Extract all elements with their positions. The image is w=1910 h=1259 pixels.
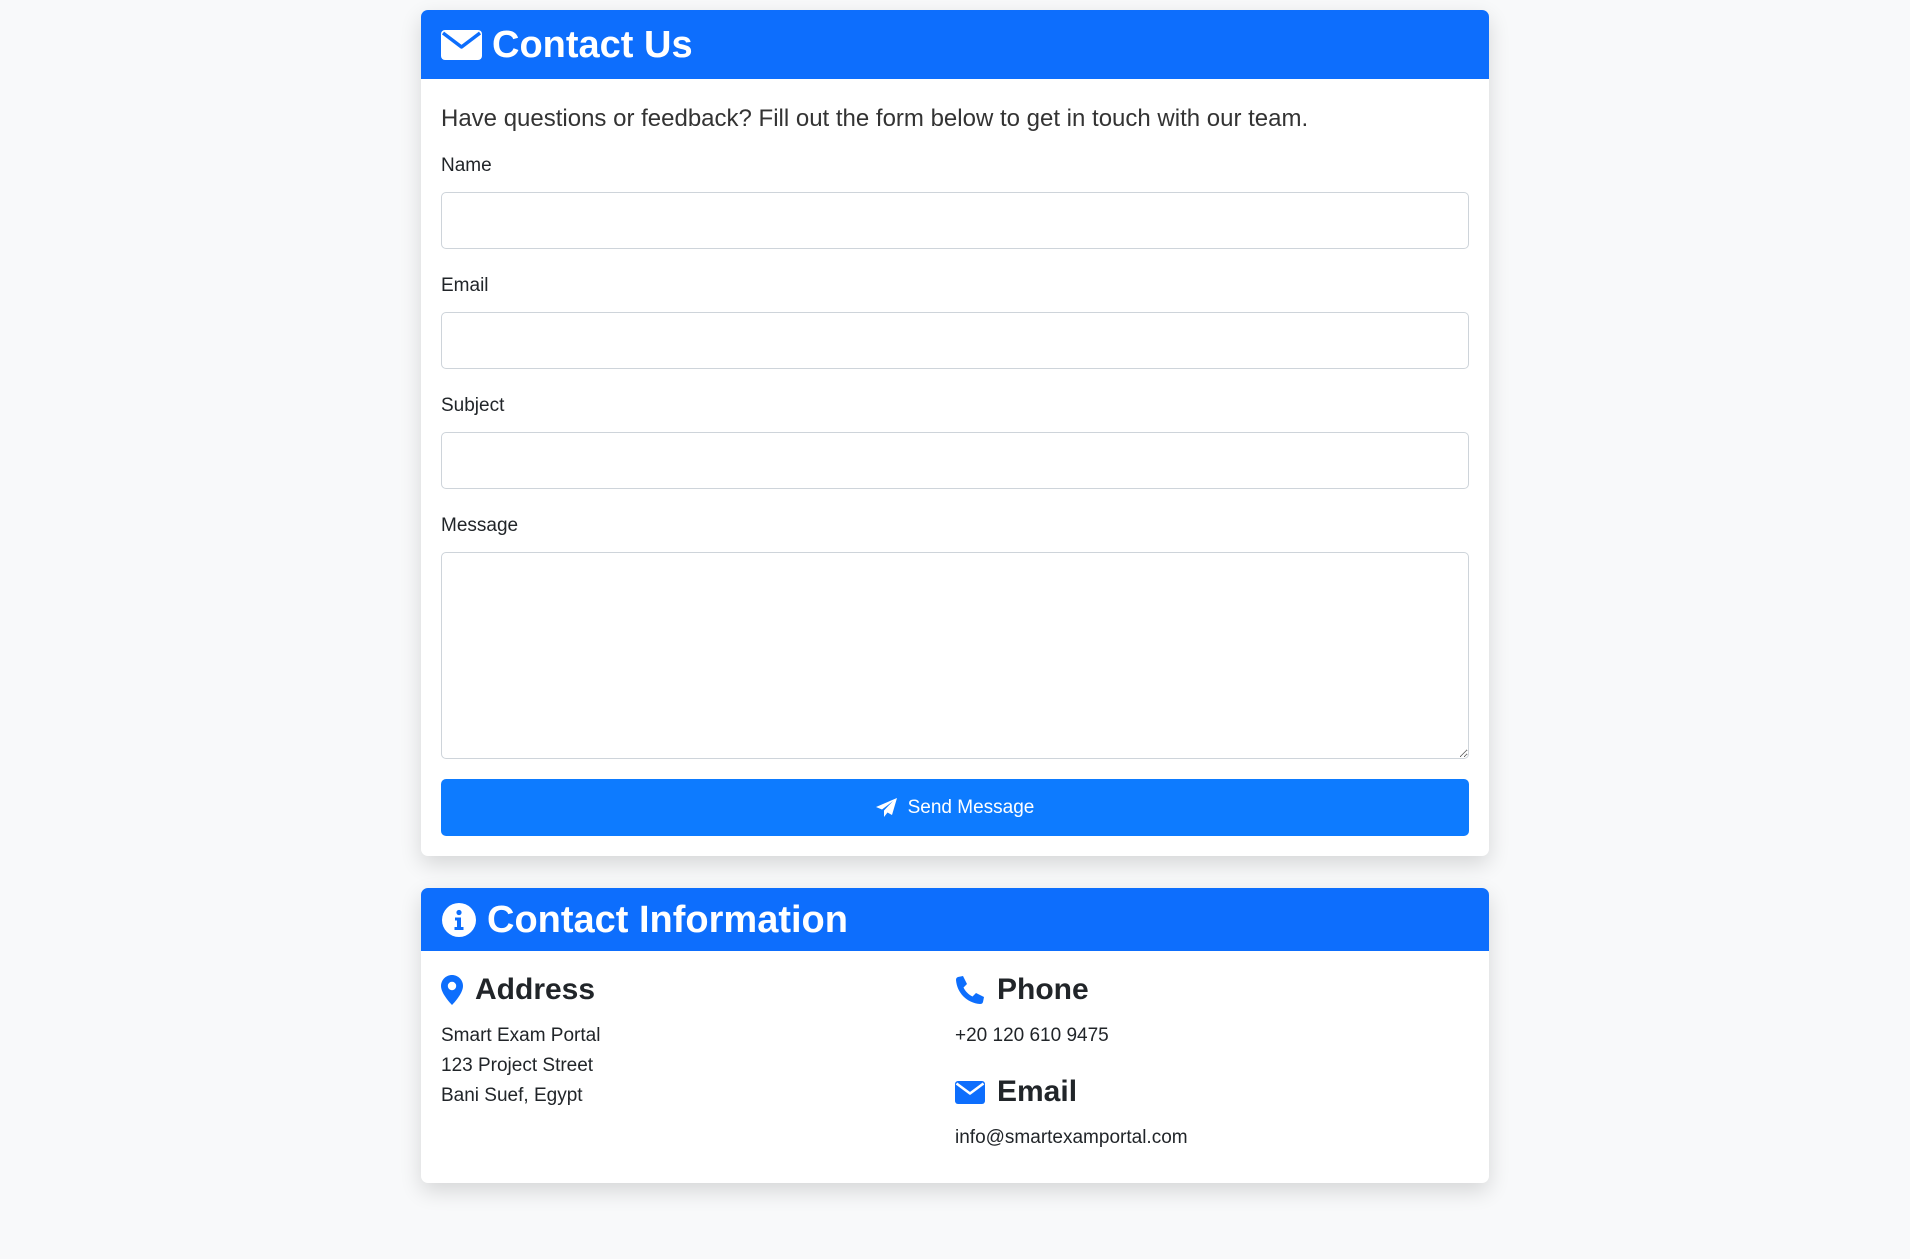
phone-number: +20 120 610 9475 xyxy=(955,1025,1109,1046)
phone-heading: Phone xyxy=(955,973,1469,1007)
message-textarea[interactable] xyxy=(441,552,1469,759)
email-block: Email info@smartexamportal.com xyxy=(955,1075,1469,1153)
name-input[interactable] xyxy=(441,192,1469,249)
envelope-icon xyxy=(441,29,482,60)
address-line-3: Bani Suef, Egypt xyxy=(441,1085,583,1106)
address-heading: Address xyxy=(441,973,955,1007)
message-field-group: Message xyxy=(441,515,1469,759)
contact-info-body: Address Smart Exam Portal 123 Project St… xyxy=(421,951,1489,1183)
address-line-1: Smart Exam Portal xyxy=(441,1025,601,1046)
contact-form-body: Have questions or feedback? Fill out the… xyxy=(421,79,1489,856)
email-address: info@smartexamportal.com xyxy=(955,1127,1188,1148)
contact-form-intro: Have questions or feedback? Fill out the… xyxy=(441,105,1309,132)
email-label: Email xyxy=(441,275,489,296)
address-heading-label: Address xyxy=(475,973,596,1006)
phone-icon xyxy=(955,975,985,1005)
map-pin-icon xyxy=(441,975,463,1005)
name-field-group: Name xyxy=(441,155,1469,249)
paper-plane-icon xyxy=(875,797,908,818)
page-container: Contact Us Have questions or feedback? F… xyxy=(421,10,1489,1183)
address-line-2: 123 Project Street xyxy=(441,1055,594,1076)
address-column: Address Smart Exam Portal 123 Project St… xyxy=(441,973,955,1153)
email-heading: Email xyxy=(955,1075,1469,1109)
send-message-label: Send Message xyxy=(907,796,1035,818)
contact-info-title: Contact Information xyxy=(487,898,848,941)
subject-input[interactable] xyxy=(441,432,1469,489)
subject-field-group: Subject xyxy=(441,395,1469,489)
send-message-button[interactable]: Send Message xyxy=(441,779,1469,836)
name-label: Name xyxy=(441,155,492,176)
contact-form: Name Email Subject Message Send Message xyxy=(441,155,1469,836)
message-label: Message xyxy=(441,515,519,536)
contact-info-card: Contact Information Address Smart Exam P… xyxy=(421,888,1489,1183)
contact-info-header: Contact Information xyxy=(421,888,1489,951)
email-field-group: Email xyxy=(441,275,1469,369)
phone-email-column: Phone +20 120 610 9475 Email info@smarte… xyxy=(955,973,1469,1153)
envelope-icon xyxy=(955,1080,985,1104)
contact-form-title: Contact Us xyxy=(492,23,693,66)
contact-form-header: Contact Us xyxy=(421,10,1489,79)
email-input[interactable] xyxy=(441,312,1469,369)
info-circle-icon xyxy=(441,902,477,938)
phone-block: Phone +20 120 610 9475 xyxy=(955,973,1469,1051)
subject-label: Subject xyxy=(441,395,505,416)
phone-heading-label: Phone xyxy=(997,973,1089,1006)
contact-form-card: Contact Us Have questions or feedback? F… xyxy=(421,10,1489,856)
email-heading-label: Email xyxy=(997,1075,1078,1108)
